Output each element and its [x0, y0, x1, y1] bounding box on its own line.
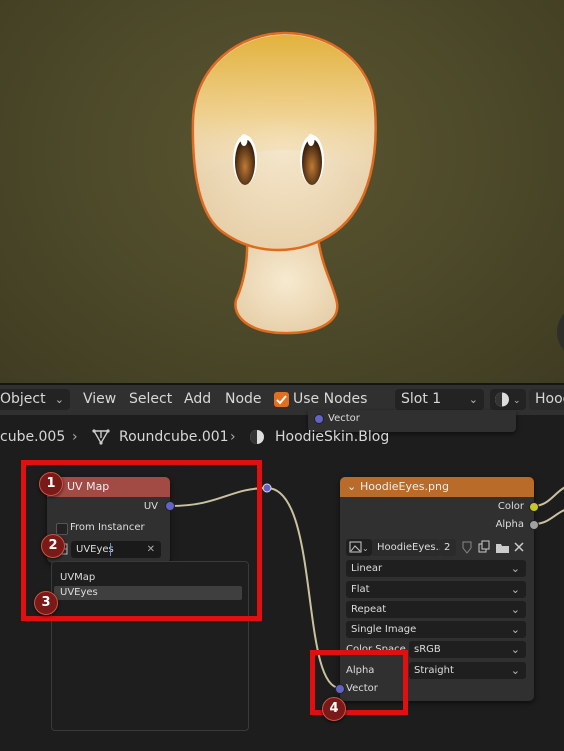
- color-space-dropdown[interactable]: sRGB ⌄: [409, 641, 526, 658]
- alpha-mode-dropdown[interactable]: Straight ⌄: [409, 662, 526, 679]
- projection-dropdown[interactable]: Flat ⌄: [346, 581, 526, 598]
- interpolation-value: Linear: [351, 563, 383, 574]
- interpolation-dropdown[interactable]: Linear ⌄: [346, 560, 526, 577]
- svg-text:⌄: ⌄: [362, 544, 369, 553]
- image-browse-button[interactable]: ⌄: [346, 539, 372, 556]
- alpha-output-socket[interactable]: [529, 520, 539, 530]
- image-name-text: HoodieEyes...: [377, 542, 440, 553]
- image-texture-node-header[interactable]: ⌄ HoodieEyes.png: [340, 477, 534, 497]
- chevron-down-icon: ⌄: [510, 562, 520, 575]
- chevron-down-icon: ⌄: [510, 603, 520, 616]
- source-dropdown[interactable]: Single Image ⌄: [346, 621, 526, 638]
- reroute-node: [262, 483, 272, 493]
- users-count-text: 2: [444, 542, 451, 553]
- color-output-socket[interactable]: [529, 502, 539, 512]
- fake-user-shield-icon: [462, 541, 472, 554]
- projection-value: Flat: [351, 584, 370, 595]
- chevron-down-icon: ⌄: [510, 643, 520, 656]
- collapse-chevron-icon[interactable]: ⌄: [347, 477, 356, 497]
- image-actions: [462, 540, 524, 554]
- color-output-label: Color: [497, 501, 524, 512]
- chevron-down-icon: ⌄: [510, 664, 520, 677]
- source-value: Single Image: [351, 624, 417, 635]
- image-users-count[interactable]: 2: [440, 539, 456, 556]
- step-badge-2: 2: [41, 534, 65, 558]
- step-badge-3: 3: [34, 591, 58, 615]
- image-name-field[interactable]: HoodieEyes...: [372, 539, 440, 556]
- folder-icon: [496, 544, 509, 553]
- color-space-value: sRGB: [414, 644, 441, 655]
- close-icon: [514, 542, 524, 552]
- link-color-out: [533, 486, 564, 507]
- extension-dropdown[interactable]: Repeat ⌄: [346, 601, 526, 618]
- step-badge-1: 1: [39, 472, 63, 496]
- step-badge-4: 4: [322, 697, 346, 721]
- alpha-mode-value: Straight: [414, 665, 454, 676]
- image-texture-node-title: HoodieEyes.png: [360, 480, 449, 493]
- chevron-down-icon: ⌄: [510, 583, 520, 596]
- alpha-output-label: Alpha: [495, 519, 524, 530]
- image-icon: ⌄: [349, 541, 369, 553]
- chevron-down-icon: ⌄: [510, 623, 520, 636]
- link-alpha-out: [533, 509, 564, 525]
- extension-value: Repeat: [351, 604, 387, 615]
